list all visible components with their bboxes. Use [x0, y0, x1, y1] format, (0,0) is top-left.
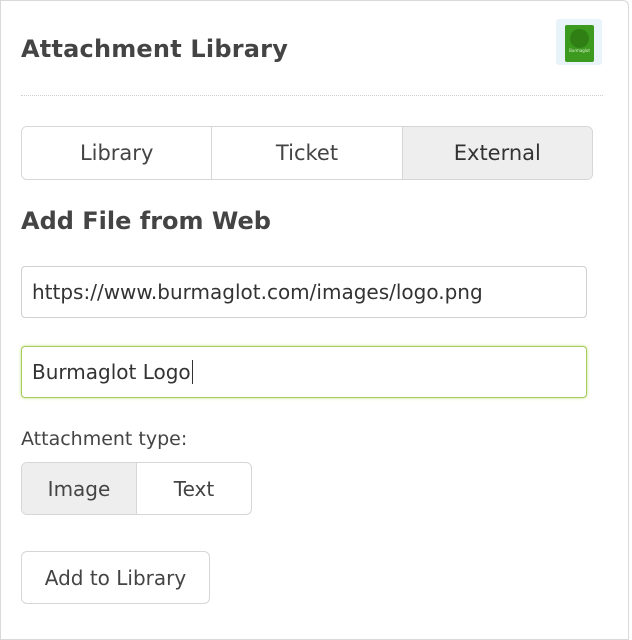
- attachment-thumbnail[interactable]: Burmaglot: [556, 19, 602, 65]
- attachment-type-toggle: Image Text: [21, 462, 252, 515]
- header-divider: [21, 95, 603, 96]
- url-input-value: https://www.burmaglot.com/images/logo.pn…: [32, 280, 483, 304]
- panel-header: Attachment Library Burmaglot: [21, 19, 602, 71]
- tab-external[interactable]: External: [402, 127, 592, 179]
- type-image-button[interactable]: Image: [22, 463, 137, 514]
- tab-library[interactable]: Library: [22, 127, 213, 179]
- thumbnail-caption: Burmaglot: [569, 48, 590, 53]
- tab-ticket[interactable]: Ticket: [212, 127, 403, 179]
- source-tabs: Library Ticket External: [21, 126, 593, 180]
- panel-title: Attachment Library: [21, 35, 289, 63]
- name-input-value: Burmaglot Logo: [32, 360, 191, 384]
- name-input[interactable]: Burmaglot Logo: [21, 346, 587, 398]
- logo-circle-icon: [570, 29, 589, 48]
- type-text-button[interactable]: Text: [137, 463, 251, 514]
- section-title: Add File from Web: [21, 207, 271, 235]
- attachment-type-label: Attachment type:: [21, 428, 188, 450]
- url-input[interactable]: https://www.burmaglot.com/images/logo.pn…: [21, 266, 587, 318]
- text-caret: [191, 360, 193, 384]
- logo-preview-icon: Burmaglot: [565, 25, 594, 62]
- attachment-library-panel: Attachment Library Burmaglot Library Tic…: [0, 0, 629, 640]
- add-to-library-button[interactable]: Add to Library: [21, 551, 210, 604]
